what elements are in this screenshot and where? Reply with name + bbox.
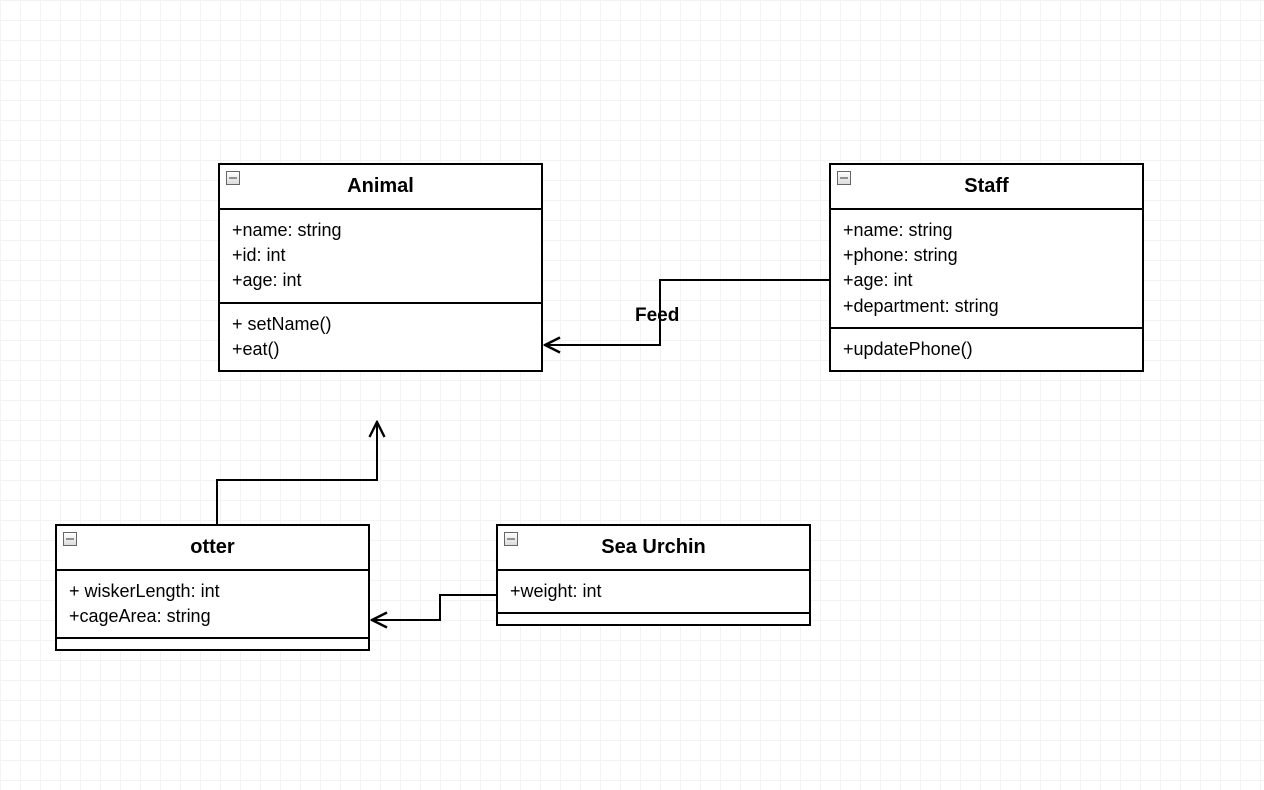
class-staff-header[interactable]: Staff	[831, 165, 1142, 210]
attr: +id: int	[232, 243, 529, 268]
method: +eat()	[232, 337, 529, 362]
attr: + wiskerLength: int	[69, 579, 356, 604]
collapse-icon[interactable]	[226, 171, 240, 185]
connector-seaurchin-to-otter	[372, 595, 496, 620]
class-animal-title: Animal	[347, 175, 414, 197]
class-sea-urchin-attrs[interactable]: +weight: int	[498, 571, 809, 614]
class-otter-methods[interactable]	[57, 639, 368, 649]
class-animal-attrs[interactable]: +name: string +id: int +age: int	[220, 210, 541, 304]
connector-staff-to-animal	[545, 280, 829, 345]
class-staff[interactable]: Staff +name: string +phone: string +age:…	[829, 163, 1144, 372]
method: +updatePhone()	[843, 337, 1130, 362]
class-otter[interactable]: otter + wiskerLength: int +cageArea: str…	[55, 524, 370, 651]
relationship-feed-label: Feed	[635, 305, 679, 327]
class-sea-urchin-methods[interactable]	[498, 614, 809, 624]
class-staff-methods[interactable]: +updatePhone()	[831, 329, 1142, 370]
connector-otter-to-animal	[217, 422, 377, 524]
attr: +age: int	[232, 268, 529, 293]
attr: +weight: int	[510, 579, 797, 604]
attr: +age: int	[843, 268, 1130, 293]
class-otter-attrs[interactable]: + wiskerLength: int +cageArea: string	[57, 571, 368, 639]
class-animal-header[interactable]: Animal	[220, 165, 541, 210]
attr: +phone: string	[843, 243, 1130, 268]
collapse-icon[interactable]	[504, 532, 518, 546]
attr: +cageArea: string	[69, 604, 356, 629]
method: + setName()	[232, 312, 529, 337]
collapse-icon[interactable]	[63, 532, 77, 546]
class-animal-methods[interactable]: + setName() +eat()	[220, 304, 541, 370]
collapse-icon[interactable]	[837, 171, 851, 185]
class-animal[interactable]: Animal +name: string +id: int +age: int …	[218, 163, 543, 372]
class-otter-title: otter	[190, 536, 234, 558]
attr: +name: string	[232, 218, 529, 243]
attr: +name: string	[843, 218, 1130, 243]
class-otter-header[interactable]: otter	[57, 526, 368, 571]
attr: +department: string	[843, 294, 1130, 319]
class-sea-urchin-title: Sea Urchin	[601, 536, 705, 558]
class-sea-urchin[interactable]: Sea Urchin +weight: int	[496, 524, 811, 626]
class-staff-title: Staff	[964, 175, 1008, 197]
connectors	[0, 0, 1264, 790]
class-sea-urchin-header[interactable]: Sea Urchin	[498, 526, 809, 571]
diagram-canvas[interactable]: Animal +name: string +id: int +age: int …	[0, 0, 1264, 790]
class-staff-attrs[interactable]: +name: string +phone: string +age: int +…	[831, 210, 1142, 329]
